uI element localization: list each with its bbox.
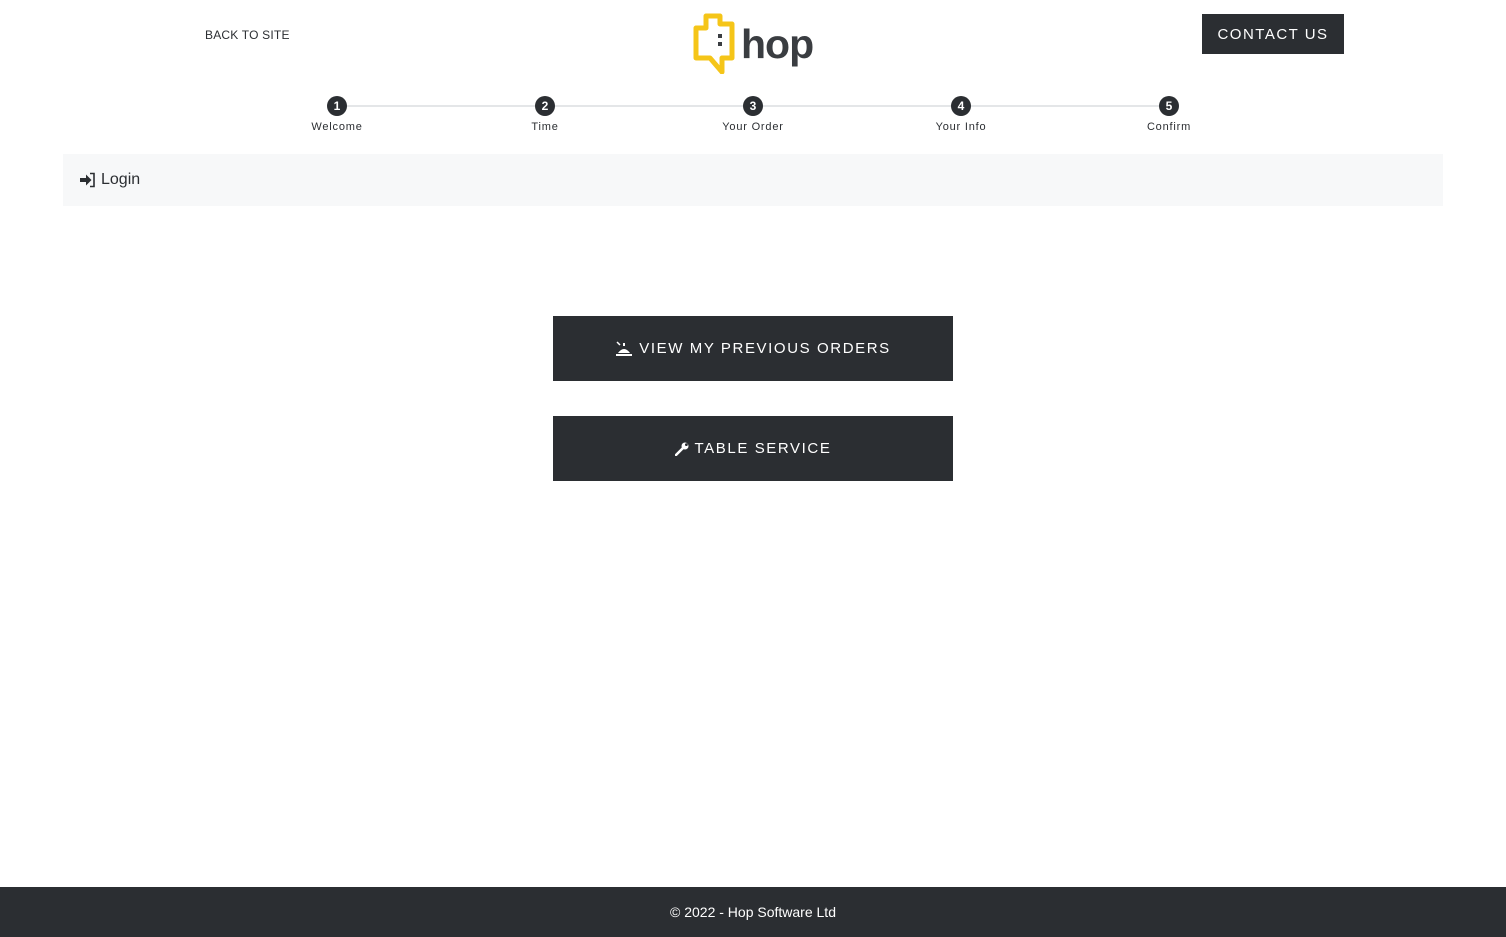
table-service-label: TABLE SERVICE xyxy=(694,440,832,457)
step-welcome[interactable]: 1 Welcome xyxy=(277,96,397,133)
step-number: 2 xyxy=(535,96,555,116)
step-label: Time xyxy=(531,121,559,133)
top-bar: BACK TO SITE hop CONTACT US xyxy=(0,0,1506,80)
contact-us-button[interactable]: CONTACT US xyxy=(1202,14,1344,54)
logo-wordmark: hop xyxy=(741,21,814,67)
step-your-info[interactable]: 4 Your Info xyxy=(901,96,1021,133)
step-label: Welcome xyxy=(311,121,363,133)
copyright-text: © 2022 - Hop Software Ltd xyxy=(670,904,836,920)
step-time[interactable]: 2 Time xyxy=(485,96,605,133)
step-label: Your Info xyxy=(935,121,987,133)
step-number: 1 xyxy=(327,96,347,116)
sign-in-icon xyxy=(80,172,95,188)
step-number: 4 xyxy=(951,96,971,116)
view-previous-orders-button[interactable]: VIEW MY PREVIOUS ORDERS xyxy=(553,316,953,381)
progress-stepper: 1 Welcome 2 Time 3 Your Order 4 Your Inf… xyxy=(0,90,1506,150)
login-bar[interactable]: Login xyxy=(63,154,1443,206)
step-label: Confirm xyxy=(1146,121,1192,133)
step-confirm[interactable]: 5 Confirm xyxy=(1109,96,1229,133)
table-service-button[interactable]: TABLE SERVICE xyxy=(553,416,953,481)
wrench-icon xyxy=(674,442,689,456)
step-number: 3 xyxy=(743,96,763,116)
step-your-order[interactable]: 3 Your Order xyxy=(693,96,813,133)
food-tray-icon xyxy=(616,341,633,356)
step-label: Your Order xyxy=(722,121,784,133)
back-to-site-link[interactable]: BACK TO SITE xyxy=(205,28,290,42)
step-number: 5 xyxy=(1159,96,1179,116)
hop-logo-icon xyxy=(693,13,735,74)
hop-logo[interactable]: hop xyxy=(692,12,822,76)
view-previous-orders-label: VIEW MY PREVIOUS ORDERS xyxy=(639,340,891,357)
login-label: Login xyxy=(101,171,141,188)
footer: © 2022 - Hop Software Ltd xyxy=(0,887,1506,937)
